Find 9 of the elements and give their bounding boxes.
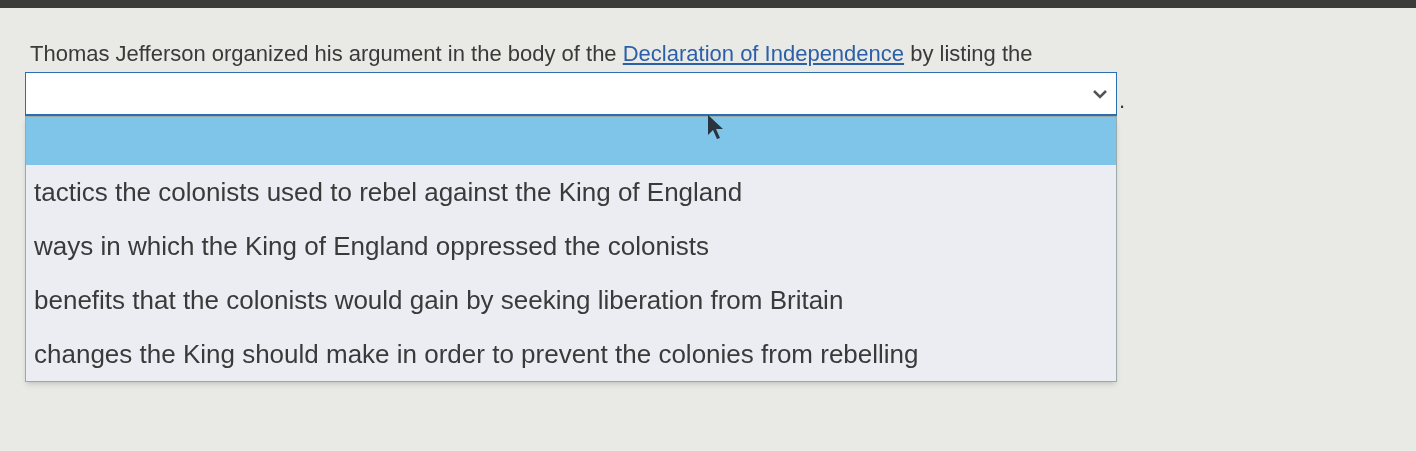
question-text: Thomas Jefferson organized his argument in the body of the Declaration of Independence by listing the [30,40,1034,68]
answer-option[interactable]: tactics the colonists used to rebel against the King of England [26,165,1116,219]
answer-option[interactable]: changes the King should make in order to prevent the colonies from rebelling [26,327,1116,381]
answer-option[interactable]: benefits that the colonists would gain by seeking liberation from Britain [26,273,1116,327]
sentence-period: . [1119,87,1126,115]
declaration-link[interactable]: Declaration of Independence [622,41,905,66]
chevron-down-icon [1092,88,1108,99]
answer-dropdown[interactable] [25,72,1117,116]
answer-option[interactable]: ways in which the King of England oppressed the colonists [26,219,1116,273]
